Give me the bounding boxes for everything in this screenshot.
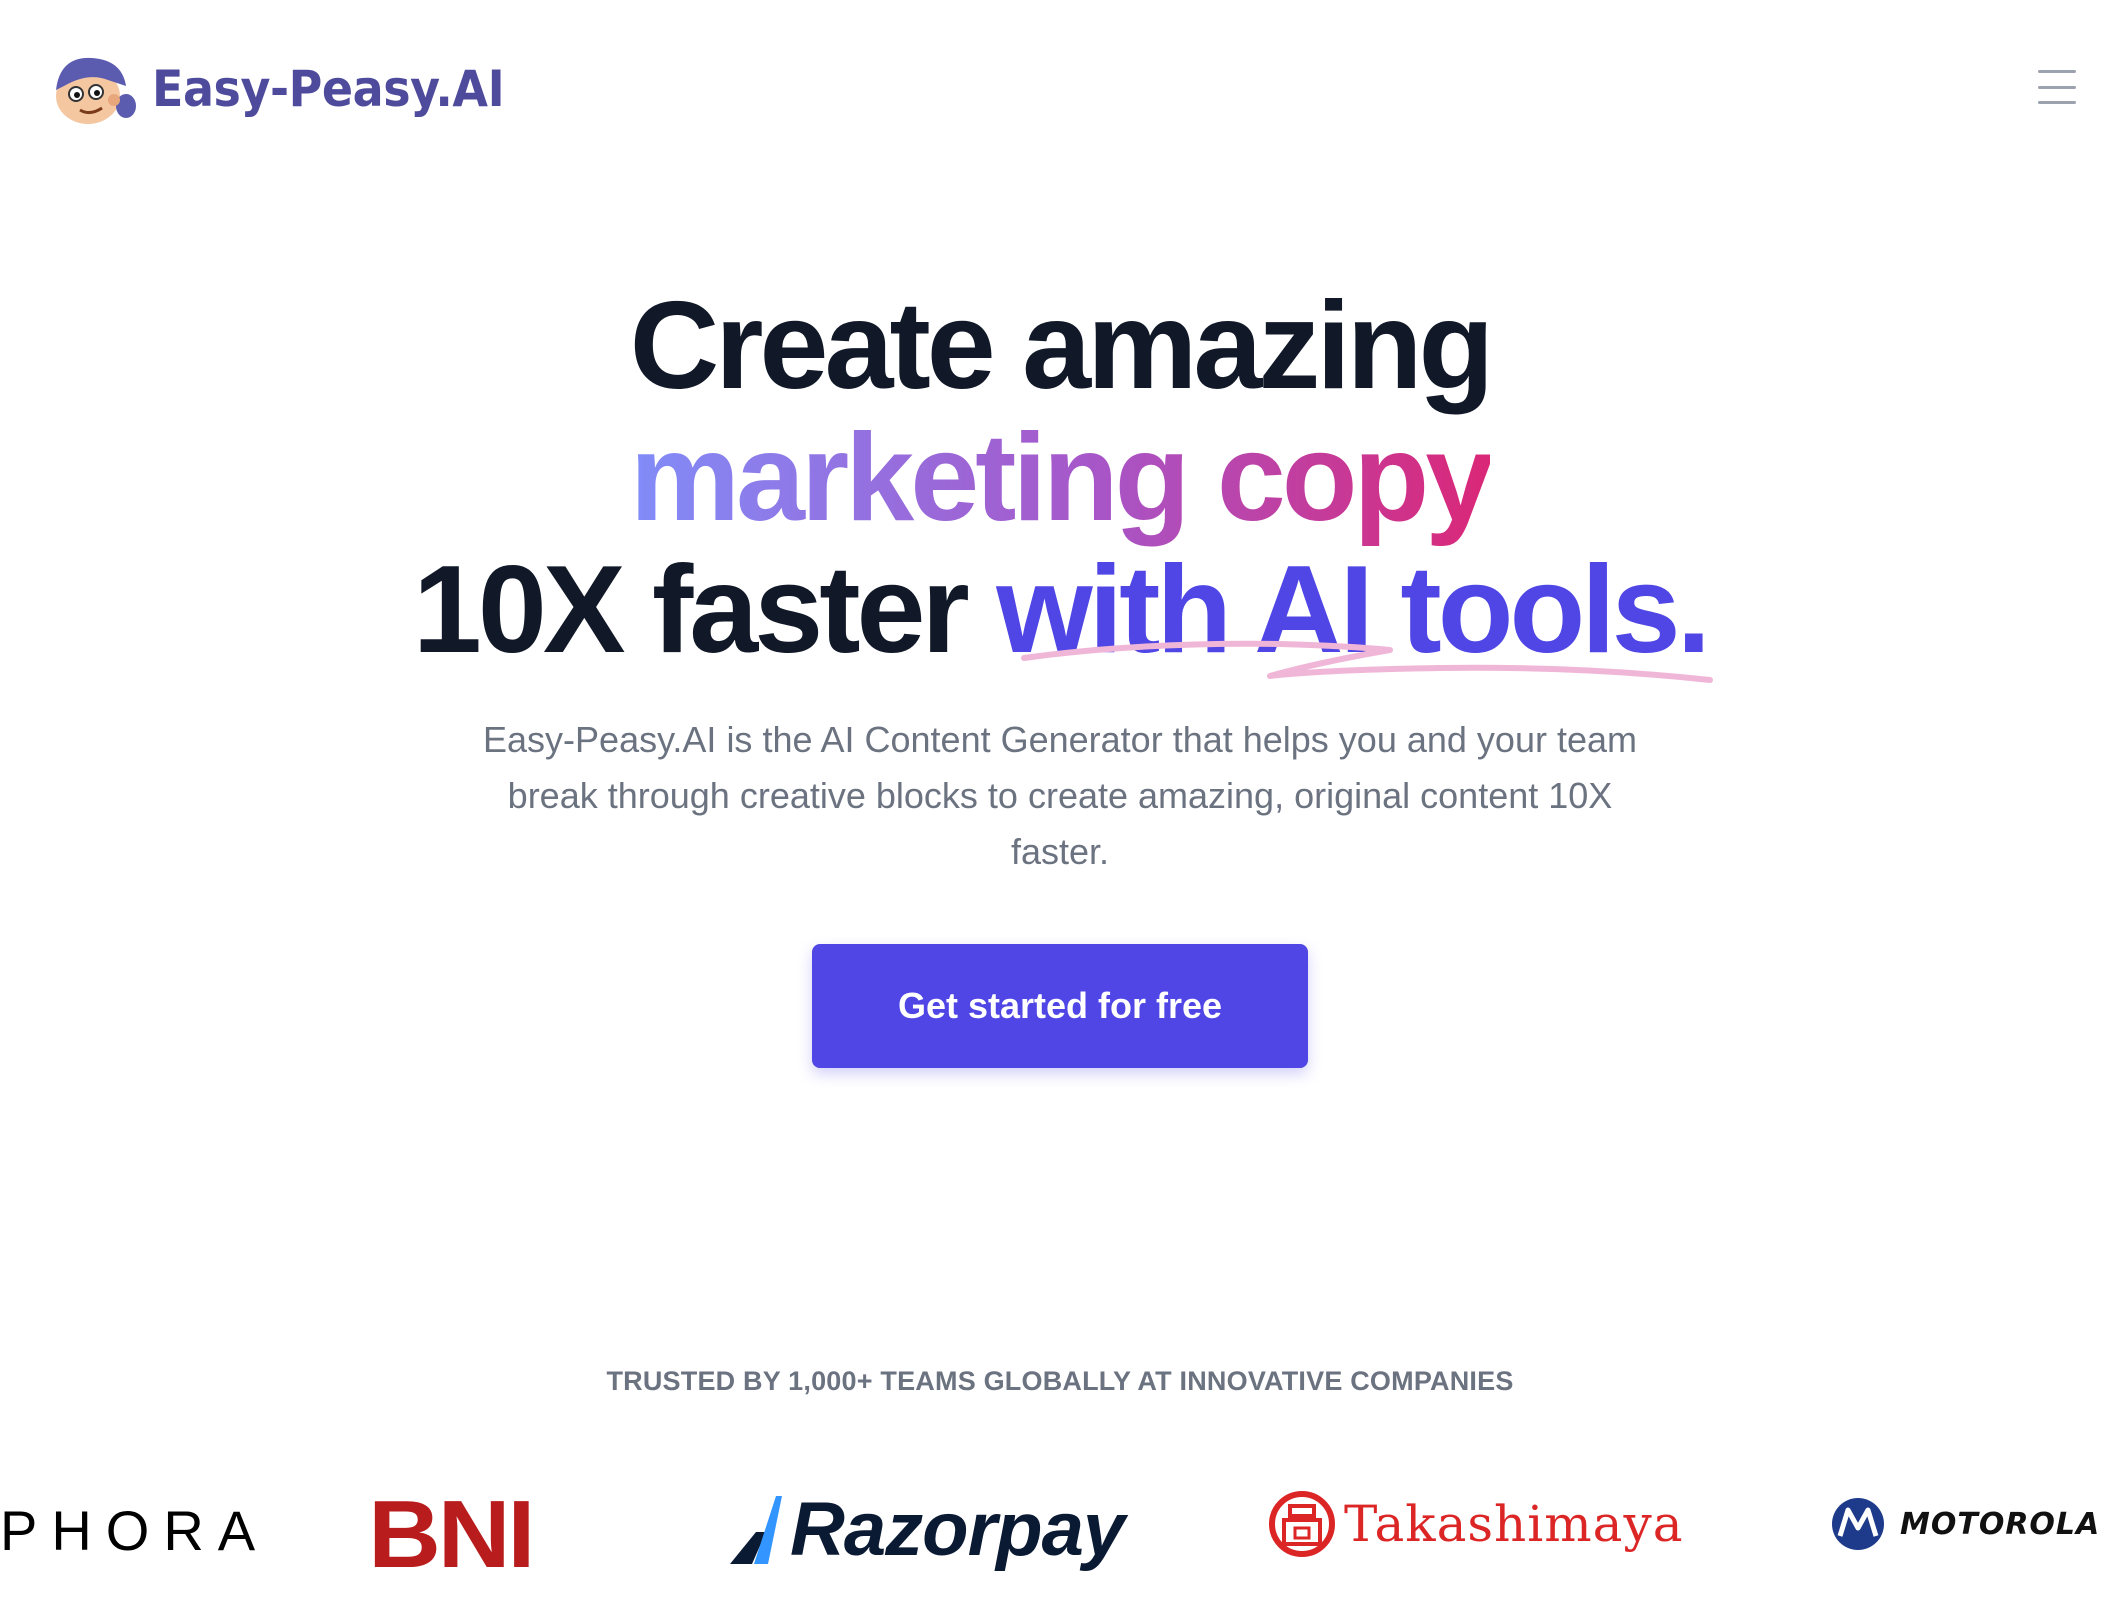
takashimaya-wordmark: Takashimaya	[1344, 1495, 1684, 1553]
hero-line-1: Create amazing	[629, 277, 1495, 415]
get-started-button[interactable]: Get started for free	[812, 944, 1308, 1068]
gradient-text: marketing copy	[629, 409, 1494, 547]
bni-logo: BNI	[368, 1481, 535, 1588]
hero-line-3-plain: 10X faster	[412, 541, 997, 679]
hero-heading: Create amazing marketing copy 10X faster…	[0, 280, 2120, 676]
motorola-wordmark: MOTOROLA	[1900, 1506, 2101, 1542]
brand-name: Easy-Peasy.AI	[152, 60, 505, 118]
trusted-heading: TRUSTED BY 1,000+ TEAMS GLOBALLY AT INNO…	[606, 1366, 1514, 1396]
motorola-logo: MOTOROLA	[1830, 1496, 2100, 1552]
mascot-logo-icon	[56, 57, 136, 124]
razorpay-mark-icon	[730, 1495, 782, 1564]
menu-bar	[2038, 85, 2076, 89]
menu-bar	[2038, 70, 2076, 73]
hero-subtitle: Easy-Peasy.AI is the AI Content Generato…	[483, 719, 1637, 872]
company-logos: PHORA BNI Razorpay Takashimaya MOTOROLA	[0, 1470, 2120, 1600]
menu-bar	[2038, 101, 2076, 104]
razorpay-logo: Razorpay	[726, 1486, 1125, 1573]
takashimaya-emblem-icon	[1269, 1491, 1335, 1557]
hamburger-menu-icon[interactable]	[2038, 70, 2076, 104]
takashimaya-logo: Takashimaya	[1268, 1490, 1684, 1558]
razorpay-wordmark: Razorpay	[790, 1487, 1125, 1572]
sephora-logo: PHORA	[0, 1499, 270, 1562]
motorola-batwing-icon	[1832, 1498, 1884, 1550]
brand-logo[interactable]: Easy-Peasy.AI	[46, 50, 535, 128]
scribble-underline-icon	[1021, 640, 1713, 683]
hero-line-2: marketing copy	[0, 412, 2120, 544]
